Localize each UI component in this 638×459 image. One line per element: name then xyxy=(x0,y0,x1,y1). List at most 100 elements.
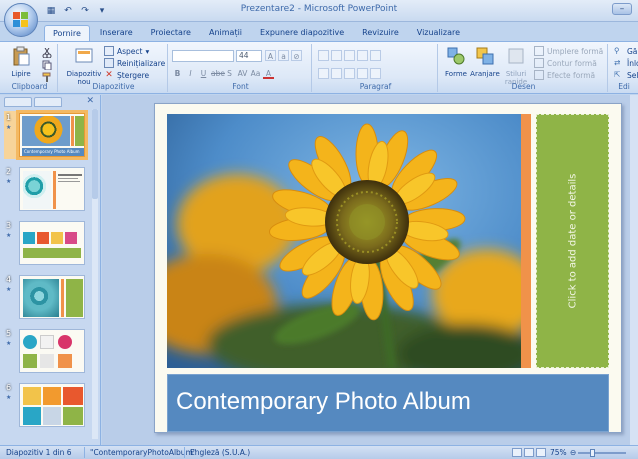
date-placeholder-text: Click to add date or details xyxy=(567,173,578,309)
quick-styles-button[interactable]: Stiluri rapide xyxy=(502,46,530,86)
tab-review[interactable]: Revizuire xyxy=(354,25,407,41)
arrange-button[interactable]: Aranjare xyxy=(470,46,500,78)
tab-outline[interactable] xyxy=(34,97,62,107)
slide-thumbnail-3[interactable]: 3 ★ xyxy=(6,221,85,265)
slide-thumbnail-1[interactable]: 1 ★ Contemporary Photo Album xyxy=(4,110,88,160)
office-button[interactable] xyxy=(4,3,38,37)
theme-name: "ContemporaryPhotoAlbum" xyxy=(90,448,197,457)
slide-sorter-icon[interactable] xyxy=(524,448,534,457)
tab-slide-show[interactable]: Expunere diapozitive xyxy=(252,25,352,41)
columns-icon[interactable] xyxy=(370,68,381,79)
vertical-scrollbar[interactable] xyxy=(630,95,638,445)
find-button[interactable]: ⚲ Gă xyxy=(614,46,637,56)
cut-icon[interactable] xyxy=(42,48,52,58)
delete-slide-button[interactable]: ✕ Ștergere xyxy=(104,70,149,80)
slide-number: 3 ★ xyxy=(6,221,12,239)
shape-effects-icon xyxy=(534,70,544,80)
zoom-slider[interactable] xyxy=(578,452,626,454)
select-button[interactable]: ⇱ Sele xyxy=(614,70,638,80)
shape-fill-button[interactable]: Umplere formă xyxy=(534,46,603,56)
slide-thumbnail-image xyxy=(19,329,85,373)
tab-home[interactable]: Pornire xyxy=(44,25,90,41)
align-center-icon[interactable] xyxy=(331,68,342,79)
new-slide-icon xyxy=(75,48,93,63)
bullets-icon[interactable] xyxy=(318,50,329,61)
paste-button[interactable]: Lipire xyxy=(4,46,38,78)
grow-font-icon[interactable]: A xyxy=(265,50,276,61)
close-icon[interactable]: ✕ xyxy=(86,96,94,106)
status-divider xyxy=(184,447,185,458)
font-size-buttons: A a ⊘ xyxy=(265,50,302,61)
bold-icon[interactable]: B xyxy=(172,68,183,79)
increase-indent-icon[interactable] xyxy=(357,50,368,61)
font-size-box[interactable]: 44 xyxy=(236,50,262,62)
zoom-out-icon[interactable]: ⊖ xyxy=(570,448,576,457)
shapes-icon xyxy=(447,47,465,65)
line-spacing-icon[interactable] xyxy=(370,50,381,61)
current-slide: Click to add date or details Contemporar… xyxy=(154,103,622,433)
clear-format-icon[interactable]: ⊘ xyxy=(291,50,302,61)
slide-title-placeholder[interactable]: Contemporary Photo Album xyxy=(167,374,609,432)
language-indicator[interactable]: Engleză (S.U.A.) xyxy=(190,448,250,457)
slide-thumbnail-image xyxy=(19,221,85,265)
slide-position: Diapozitiv 1 din 6 xyxy=(6,448,72,457)
decrease-indent-icon[interactable] xyxy=(344,50,355,61)
drawing-group: Forme Aranjare Stiluri rapide Umplere fo… xyxy=(440,44,608,92)
justify-icon[interactable] xyxy=(357,68,368,79)
shadow-icon[interactable]: S xyxy=(224,68,235,79)
align-right-icon[interactable] xyxy=(344,68,355,79)
slide-thumbnail-image: Contemporary Photo Album xyxy=(16,110,88,160)
clipboard-group: Lipire Clipboard xyxy=(2,44,58,92)
numbering-icon[interactable] xyxy=(331,50,342,61)
editing-group: ⚲ Gă ⇄ Înlo ⇱ Sele Edi xyxy=(610,44,638,92)
format-painter-icon[interactable] xyxy=(42,72,52,82)
layout-button[interactable]: Aspect ▾ xyxy=(104,46,149,56)
shrink-font-icon[interactable]: a xyxy=(278,50,289,61)
slide-thumbnail-5[interactable]: 5 ★ xyxy=(6,329,85,373)
tab-view[interactable]: Vizualizare xyxy=(409,25,468,41)
copy-icon[interactable] xyxy=(42,60,52,70)
align-left-icon[interactable] xyxy=(318,68,329,79)
window-title: Prezentare2 - Microsoft PowerPoint xyxy=(240,4,398,14)
paragraph-row-1 xyxy=(318,50,381,61)
reset-button[interactable]: Reinițializare xyxy=(104,58,165,68)
sunflower-photo[interactable] xyxy=(167,114,521,368)
underline-icon[interactable]: U xyxy=(198,68,209,79)
slide-thumbnail-6[interactable]: 6 ★ xyxy=(6,383,85,427)
new-slide-button[interactable]: Diapozitiv nou xyxy=(66,46,102,86)
zoom-level[interactable]: 75% xyxy=(550,448,567,457)
shapes-button[interactable]: Forme xyxy=(442,46,470,78)
slide-number: 2 ★ xyxy=(6,167,12,185)
tab-design[interactable]: Proiectare xyxy=(143,25,199,41)
slide-thumbnail-2[interactable]: 2 ★ xyxy=(6,167,85,211)
editing-group-label: Edi xyxy=(618,82,630,91)
date-placeholder[interactable]: Click to add date or details xyxy=(536,114,609,368)
font-name-box[interactable] xyxy=(172,50,234,62)
tab-insert[interactable]: Inserare xyxy=(92,25,141,41)
normal-view-icon[interactable] xyxy=(512,448,522,457)
layout-icon xyxy=(104,46,114,56)
panel-scrollbar[interactable] xyxy=(92,109,98,439)
spacing-icon[interactable]: AV xyxy=(237,68,248,79)
replace-button[interactable]: ⇄ Înlo xyxy=(614,58,638,68)
zoom-slider-knob[interactable] xyxy=(590,449,595,457)
minimize-button[interactable]: – xyxy=(612,3,632,15)
title-bar: ▦ ↶ ↷ ▾ Prezentare2 - Microsoft PowerPoi… xyxy=(0,0,638,22)
tab-animations[interactable]: Animații xyxy=(201,25,250,41)
slide-thumbnail-4[interactable]: 4 ★ xyxy=(6,275,85,319)
font-color-icon[interactable]: A xyxy=(263,68,274,79)
status-bar: Diapozitiv 1 din 6 "ContemporaryPhotoAlb… xyxy=(0,445,638,459)
slides-group: Diapozitiv nou Aspect ▾ Reinițializare ✕ … xyxy=(60,44,168,92)
slide-thumbnail-image xyxy=(19,167,85,211)
clipboard-group-label: Clipboard xyxy=(11,82,48,91)
shape-effects-button[interactable]: Efecte formă xyxy=(534,70,595,80)
drawing-group-label: Desen xyxy=(511,82,536,91)
slide-show-icon[interactable] xyxy=(536,448,546,457)
strikethrough-icon[interactable]: abe xyxy=(211,68,225,79)
case-icon[interactable]: Aa xyxy=(250,68,261,79)
shape-outline-button[interactable]: Contur formă xyxy=(534,58,597,68)
slide-thumbnail-image xyxy=(19,383,85,427)
tab-slides[interactable] xyxy=(4,97,32,107)
italic-icon[interactable]: I xyxy=(185,68,196,79)
font-group-label: Font xyxy=(232,82,249,91)
